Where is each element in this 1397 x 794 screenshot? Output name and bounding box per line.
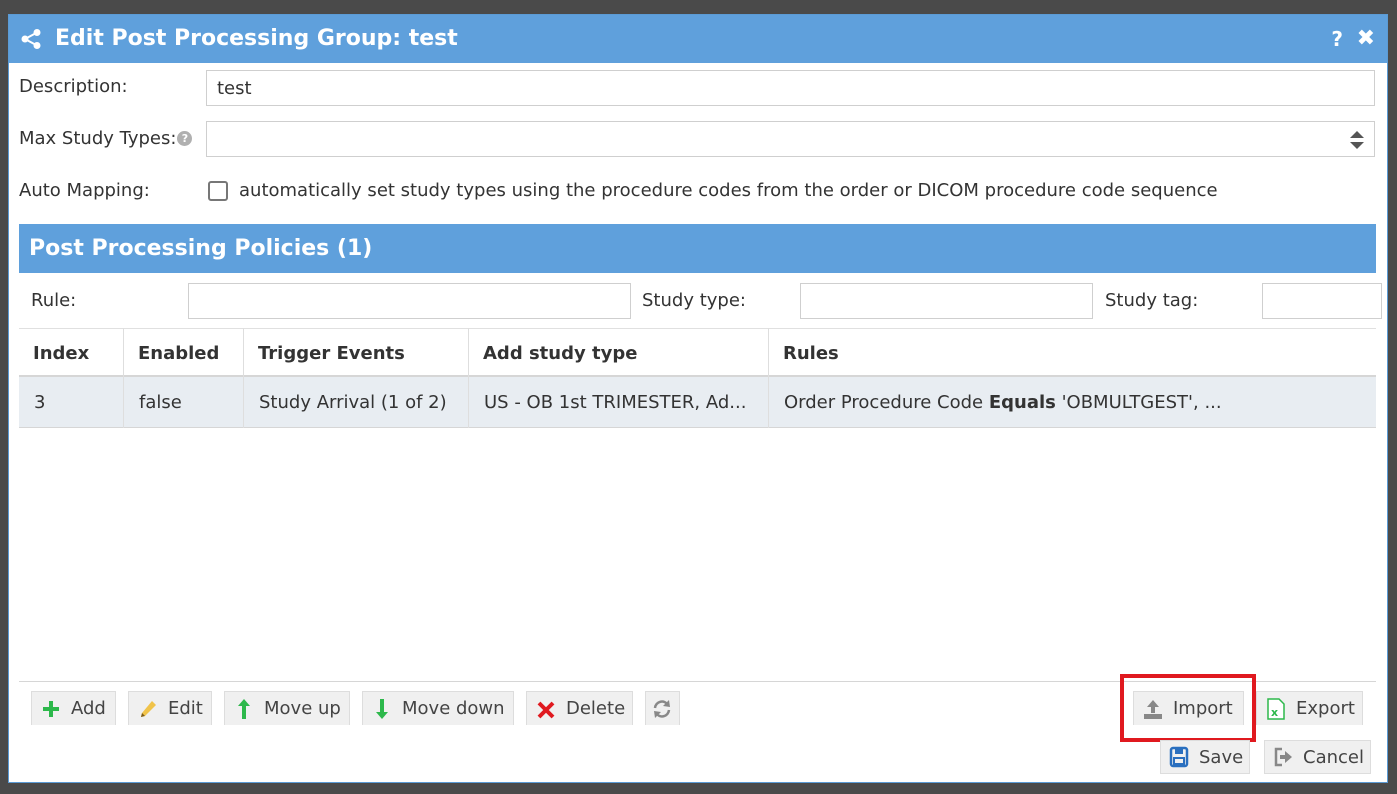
delete-button[interactable]: Delete <box>526 691 633 725</box>
column-header-enabled[interactable]: Enabled <box>138 343 219 364</box>
export-button-label: Export <box>1296 698 1355 719</box>
delete-button-label: Delete <box>566 698 626 719</box>
arrow-up-icon <box>238 698 250 719</box>
study-tag-filter-input[interactable] <box>1262 283 1382 319</box>
stepper-arrows-icon[interactable] <box>1350 131 1364 149</box>
rule-filter-label: Rule: <box>31 290 77 311</box>
max-study-types-label: Max Study Types:? <box>19 128 193 149</box>
auto-mapping-label: Auto Mapping: <box>19 180 150 201</box>
auto-mapping-checkbox[interactable] <box>208 181 228 201</box>
cell-index: 3 <box>34 392 46 413</box>
excel-file-icon: x <box>1267 697 1285 720</box>
max-study-types-label-text: Max Study Types: <box>19 128 177 149</box>
save-button[interactable]: Save <box>1160 740 1250 774</box>
move-down-button-label: Move down <box>402 698 505 719</box>
cancel-button[interactable]: Cancel <box>1264 740 1371 774</box>
add-button-label: Add <box>71 698 106 719</box>
rules-suffix: 'OBMULTGEST', ... <box>1055 392 1222 413</box>
policies-section-header: Post Processing Policies (1) <box>19 224 1376 273</box>
edit-button-label: Edit <box>168 698 203 719</box>
cell-trigger-events: Study Arrival (1 of 2) <box>259 392 447 413</box>
move-down-button[interactable]: Move down <box>362 691 514 725</box>
refresh-button[interactable] <box>645 691 680 725</box>
save-button-label: Save <box>1199 746 1244 768</box>
svg-text:x: x <box>1271 706 1278 719</box>
pencil-icon <box>141 700 156 717</box>
description-input[interactable] <box>206 70 1375 106</box>
footer-divider <box>19 681 1376 682</box>
cancel-button-label: Cancel <box>1303 746 1364 768</box>
description-label: Description: <box>19 76 128 97</box>
export-button[interactable]: x Export <box>1256 691 1363 725</box>
table-row[interactable]: 3 false Study Arrival (1 of 2) US - OB 1… <box>19 377 1376 428</box>
column-header-rules[interactable]: Rules <box>783 343 839 364</box>
max-study-types-input[interactable] <box>206 121 1375 157</box>
arrow-down-icon <box>376 698 388 719</box>
cell-enabled: false <box>139 392 182 413</box>
edit-button[interactable]: Edit <box>128 691 212 725</box>
column-divider <box>123 328 124 428</box>
column-header-trigger-events[interactable]: Trigger Events <box>258 343 405 364</box>
import-button[interactable]: Import <box>1133 691 1244 725</box>
column-header-add-study-type[interactable]: Add study type <box>483 343 637 364</box>
floppy-disk-icon <box>1169 746 1189 768</box>
edit-post-processing-group-dialog: Edit Post Processing Group: test ? ✖ Des… <box>8 14 1388 783</box>
auto-mapping-description: automatically set study types using the … <box>239 180 1218 201</box>
close-button[interactable]: ✖ <box>1357 26 1375 51</box>
cell-add-study-type: US - OB 1st TRIMESTER, Ad... <box>484 392 747 413</box>
column-divider <box>468 328 469 428</box>
study-type-filter-label: Study type: <box>642 290 746 311</box>
rules-prefix: Order Procedure Code <box>784 392 989 413</box>
rule-filter-input[interactable] <box>188 283 631 319</box>
move-up-button[interactable]: Move up <box>224 691 350 725</box>
study-type-filter-input[interactable] <box>800 283 1093 319</box>
move-up-button-label: Move up <box>264 698 341 719</box>
sign-out-icon <box>1274 747 1292 767</box>
help-button[interactable]: ? <box>1331 27 1343 51</box>
add-button[interactable]: Add <box>31 691 116 725</box>
share-icon <box>21 29 41 49</box>
plus-icon <box>43 700 59 717</box>
x-mark-icon <box>537 701 555 718</box>
column-divider <box>243 328 244 428</box>
rules-operator: Equals <box>988 392 1056 413</box>
column-header-index[interactable]: Index <box>33 343 89 364</box>
table-header: Index Enabled Trigger Events Add study t… <box>19 328 1376 377</box>
dialog-titlebar: Edit Post Processing Group: test ? ✖ <box>9 15 1387 63</box>
refresh-icon <box>653 699 671 718</box>
column-divider <box>768 328 769 428</box>
dialog-title: Edit Post Processing Group: test <box>55 26 458 51</box>
study-tag-filter-label: Study tag: <box>1105 290 1199 311</box>
question-circle-icon[interactable]: ? <box>177 131 193 146</box>
import-button-label: Import <box>1173 698 1233 719</box>
cell-rules: Order Procedure Code Equals 'OBMULTGEST'… <box>784 392 1222 413</box>
upload-icon <box>1144 699 1162 719</box>
